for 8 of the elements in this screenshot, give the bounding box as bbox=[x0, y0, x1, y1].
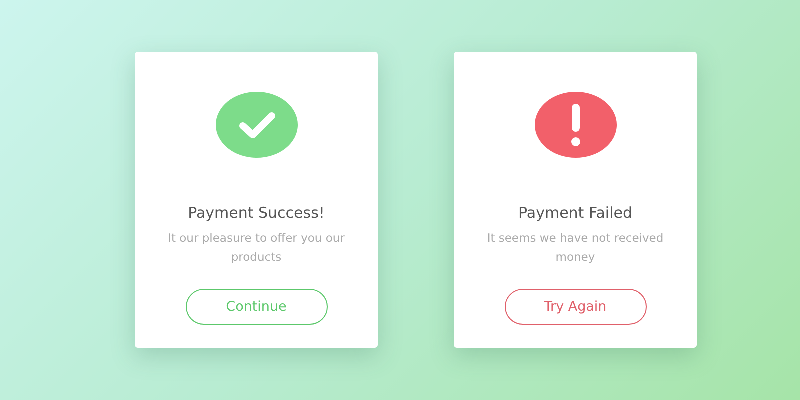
retry-button[interactable]: Try Again bbox=[504, 289, 646, 325]
card-message: It our pleasure to offer you our products bbox=[167, 230, 346, 266]
card-title: Payment Failed bbox=[518, 204, 632, 222]
card-message: It seems we have not received money bbox=[486, 230, 665, 266]
card-title: Payment Success! bbox=[188, 204, 325, 222]
exclamation-circle-icon bbox=[534, 92, 616, 158]
check-circle-icon bbox=[216, 92, 298, 158]
continue-button[interactable]: Continue bbox=[186, 289, 328, 325]
